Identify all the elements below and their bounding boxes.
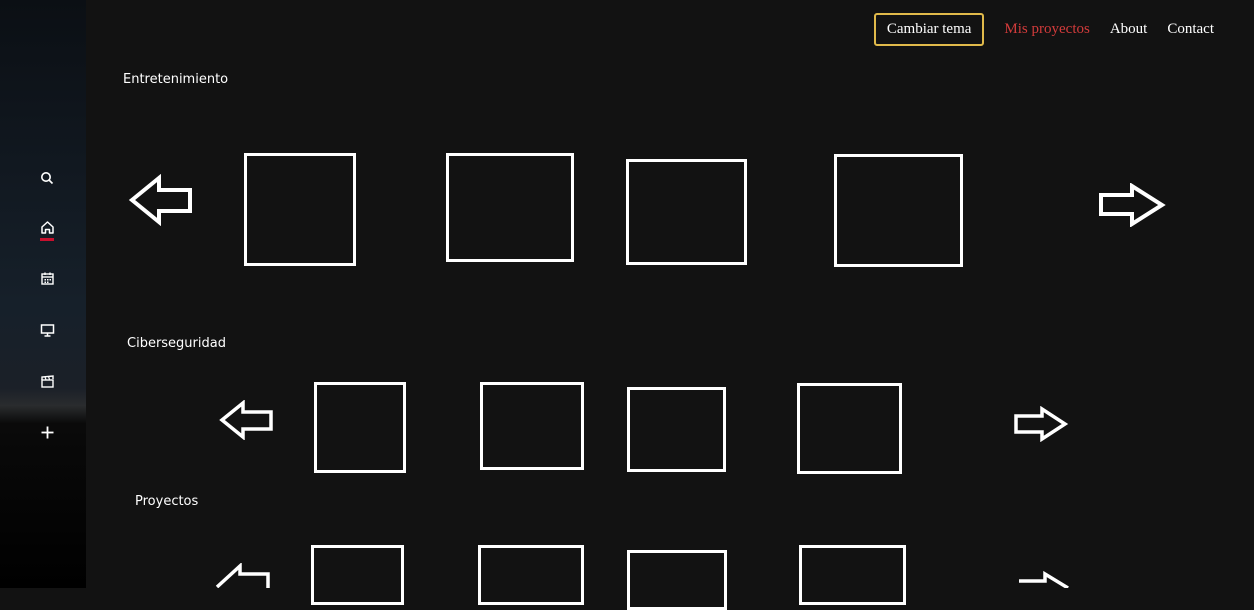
project-card[interactable] [478, 545, 584, 605]
calendar-icon[interactable] [37, 268, 57, 288]
project-card[interactable] [627, 550, 727, 610]
top-navigation: Cambiar tema Mis proyectos About Contact [873, 13, 1214, 46]
project-card[interactable] [626, 159, 747, 265]
nav-link-about[interactable]: About [1110, 21, 1148, 38]
project-card[interactable] [311, 545, 404, 605]
section-title-ciberseguridad: Ciberseguridad [127, 336, 226, 351]
project-card[interactable] [627, 387, 726, 472]
carousel-next-arrow-icon[interactable] [1016, 570, 1072, 588]
carousel-prev-arrow-icon[interactable] [219, 400, 275, 440]
plus-icon[interactable] [37, 422, 57, 442]
sidebar [0, 0, 86, 588]
search-icon[interactable] [37, 168, 57, 188]
monitor-icon[interactable] [37, 320, 57, 340]
project-card[interactable] [797, 383, 902, 474]
nav-link-mis-proyectos[interactable]: Mis proyectos [1004, 21, 1089, 38]
project-card[interactable] [799, 545, 906, 605]
carousel-prev-arrow-icon[interactable] [214, 563, 272, 588]
section-title-proyectos: Proyectos [135, 494, 199, 509]
project-card[interactable] [446, 153, 574, 262]
theme-toggle-button[interactable]: Cambiar tema [873, 13, 985, 46]
section-title-entretenimiento: Entretenimiento [123, 72, 229, 87]
nav-link-contact[interactable]: Contact [1167, 21, 1214, 38]
active-indicator [40, 238, 54, 241]
clapperboard-icon[interactable] [37, 371, 57, 391]
project-card[interactable] [834, 154, 963, 267]
carousel-next-arrow-icon[interactable] [1013, 406, 1069, 442]
carousel-prev-arrow-icon[interactable] [128, 174, 194, 226]
carousel-next-arrow-icon[interactable] [1098, 183, 1166, 227]
project-card[interactable] [480, 382, 584, 470]
project-card[interactable] [244, 153, 356, 266]
home-icon[interactable] [37, 217, 57, 237]
project-card[interactable] [314, 382, 406, 473]
